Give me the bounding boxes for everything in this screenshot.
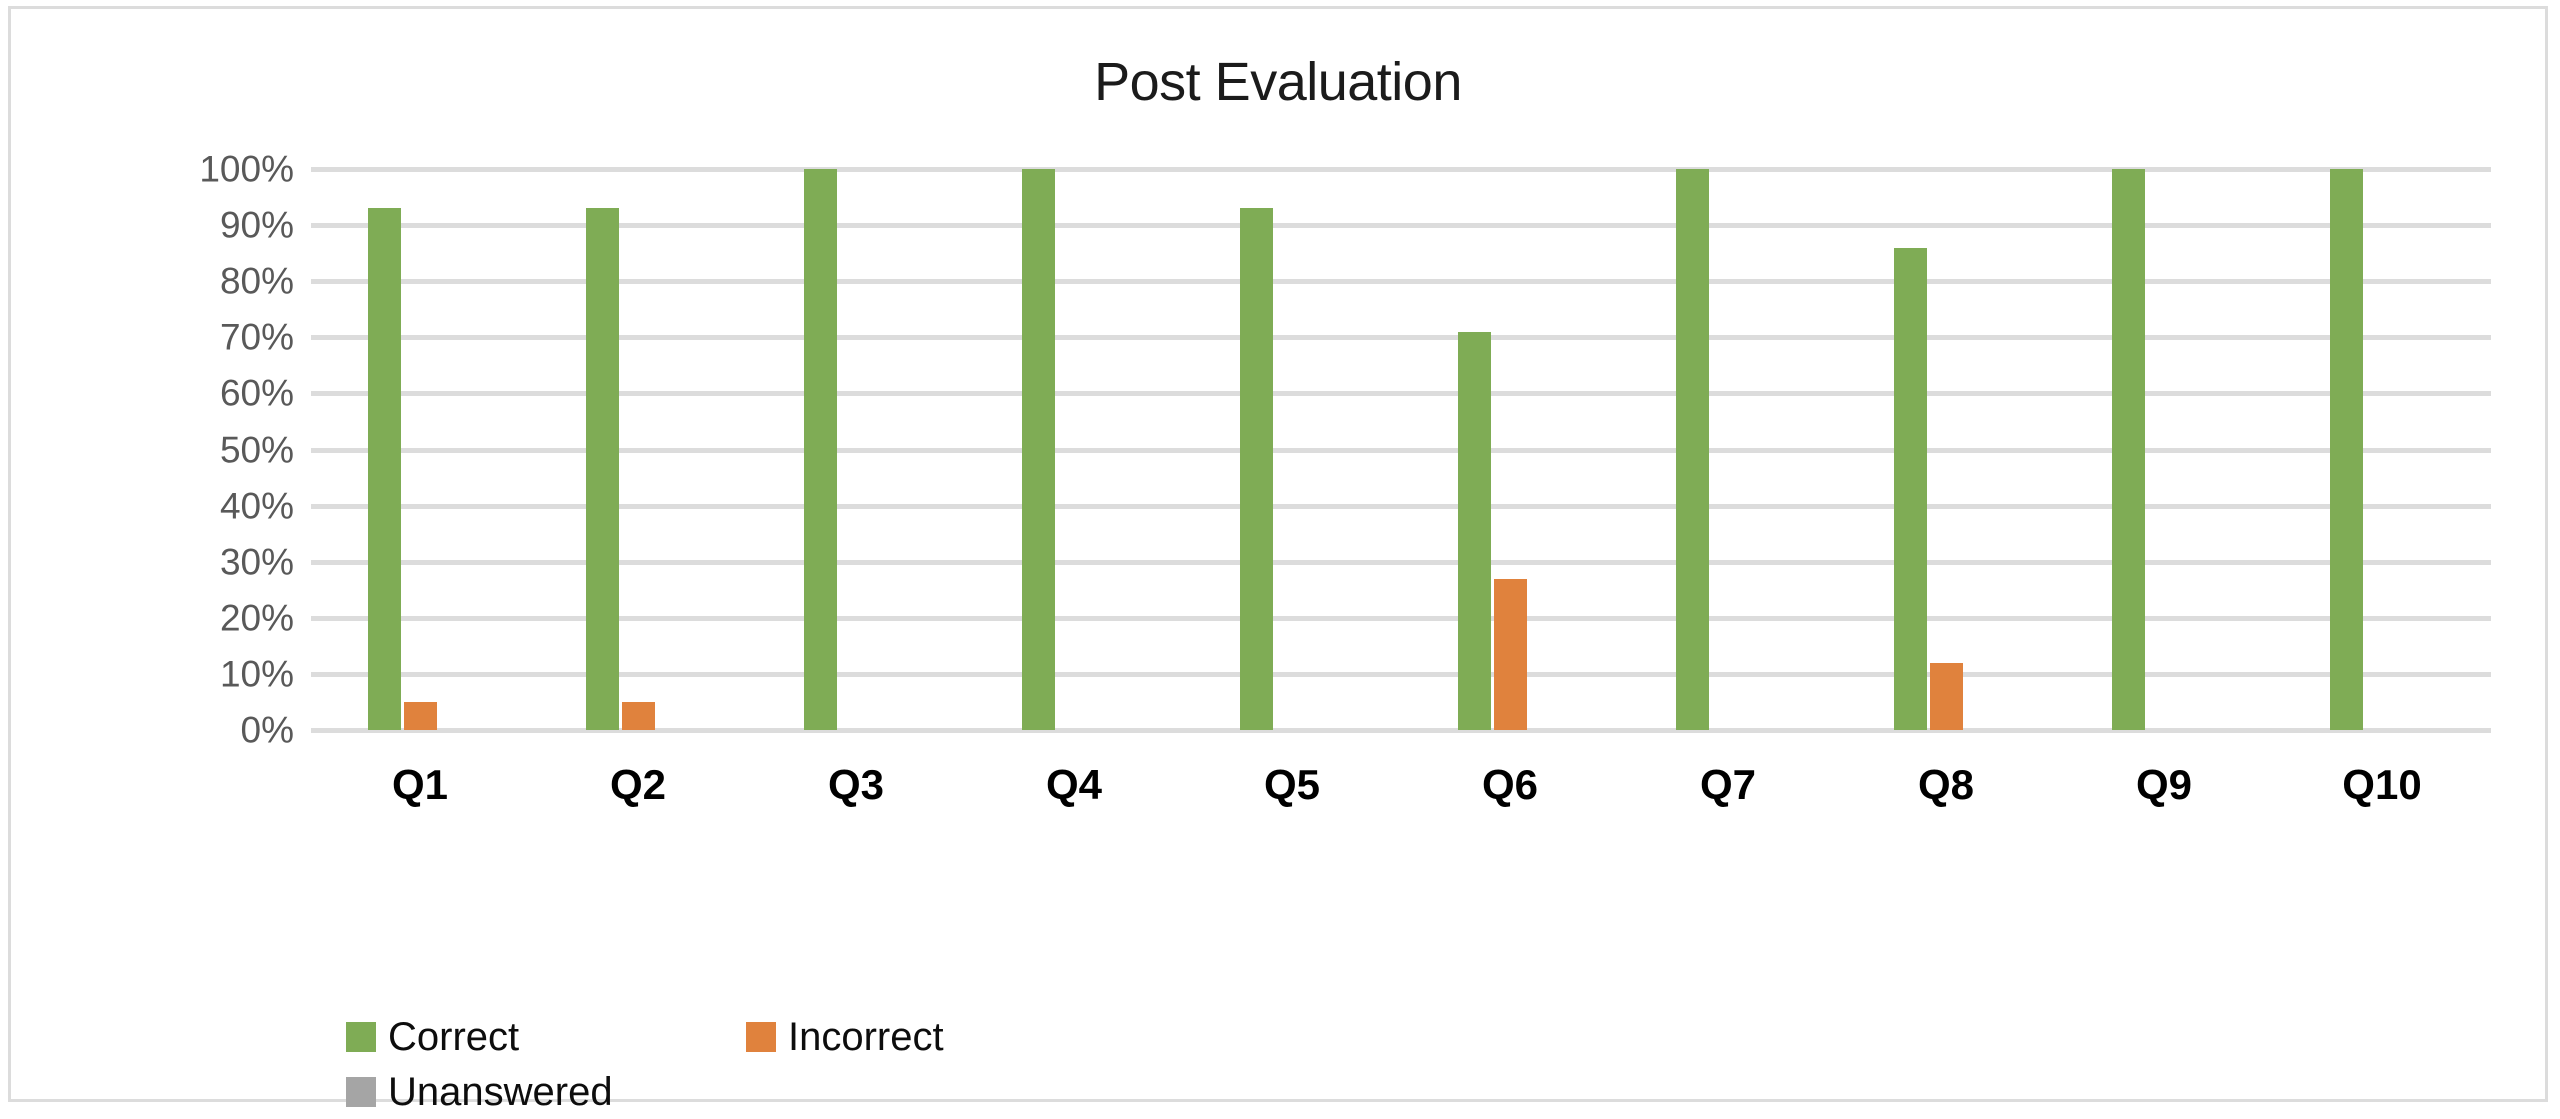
y-axis-tick-label: 70% — [219, 316, 294, 358]
legend-swatch-correct-icon — [346, 1021, 376, 1052]
x-axis-tick-label-q8: Q8 — [1917, 761, 1975, 808]
bar-q3-correct[interactable] — [803, 169, 837, 730]
legend-label-correct: Correct — [388, 1014, 520, 1059]
x-axis-tick-label-q5: Q5 — [1263, 761, 1321, 808]
legend-swatch-unanswered-icon — [346, 1076, 376, 1107]
legend-item-correct[interactable]: Correct — [346, 1017, 746, 1057]
bars-layer — [311, 169, 2491, 735]
legend-item-unanswered[interactable]: Unanswered — [346, 1072, 746, 1112]
y-axis-tick-label: 50% — [219, 429, 294, 470]
y-axis-tick-label: 30% — [219, 541, 294, 583]
y-axis-tick-label: 90% — [219, 204, 294, 246]
bar-q8-correct[interactable] — [1893, 247, 1927, 730]
x-axis-tick-label-q7: Q7 — [1699, 761, 1757, 808]
legend-item-incorrect[interactable]: Incorrect — [746, 1017, 1146, 1057]
plot-area — [311, 167, 2491, 735]
chart-legend: Correct Incorrect Unanswered — [346, 1009, 1546, 1119]
x-axis-tick-label-q3: Q3 — [827, 761, 885, 808]
x-axis-tick-label-q10: Q10 — [2342, 761, 2422, 808]
x-axis-tick-label-q9: Q9 — [2135, 761, 2193, 808]
bar-q5-correct[interactable] — [1239, 208, 1273, 730]
x-axis-tick-label-q2: Q2 — [609, 761, 667, 808]
bar-q8-incorrect[interactable] — [1929, 662, 1963, 730]
y-axis-tick-label: 20% — [219, 597, 294, 639]
y-axis-tick-label: 100% — [199, 148, 294, 190]
y-axis-tick-label: 0% — [240, 709, 294, 751]
y-axis-tick-label: 40% — [219, 485, 294, 527]
x-axis-tick-label-q4: Q4 — [1045, 761, 1103, 808]
chart-container: Post Evaluation 0% 10% 20% 30% 40% 50% 60% 70% 8… — [8, 6, 2548, 1112]
bar-q6-correct[interactable] — [1457, 331, 1491, 730]
legend-label-unanswered: Unanswered — [388, 1069, 613, 1114]
y-axis-tick-label: 60% — [219, 372, 294, 414]
bar-q4-correct[interactable] — [1021, 169, 1055, 730]
y-axis-tick-label: 10% — [219, 653, 294, 695]
bar-q7-correct[interactable] — [1675, 169, 1709, 730]
y-axis-tick-label: 80% — [219, 260, 294, 302]
bar-q2-incorrect[interactable] — [621, 701, 655, 730]
legend-label-incorrect: Incorrect — [788, 1014, 944, 1059]
x-axis-tick-label-q1: Q1 — [391, 761, 449, 808]
bar-q6-incorrect[interactable] — [1493, 578, 1527, 730]
y-axis: 0% 10% 20% 30% 40% 50% 60% 70% 80% 90% 100% — [156, 149, 304, 763]
bar-q1-correct[interactable] — [367, 208, 401, 730]
bar-q9-correct[interactable] — [2111, 169, 2145, 730]
legend-swatch-incorrect-icon — [746, 1021, 776, 1052]
x-axis-tick-label-q6: Q6 — [1481, 761, 1539, 808]
plot-wrapper: 0% 10% 20% 30% 40% 50% 60% 70% 80% 90% 100% Q1 Q2 Q3… — [11, 9, 2545, 1099]
bar-q10-correct[interactable] — [2329, 169, 2363, 730]
legend-row-primary: Correct Incorrect — [346, 1009, 1546, 1064]
x-axis: Q1 Q2 Q3 Q4 Q5 Q6 Q7 Q8 Q9 Q10 — [311, 764, 2491, 824]
bar-q1-incorrect[interactable] — [403, 701, 437, 730]
legend-row-secondary: Unanswered — [346, 1064, 1546, 1119]
bar-q2-correct[interactable] — [585, 208, 619, 730]
